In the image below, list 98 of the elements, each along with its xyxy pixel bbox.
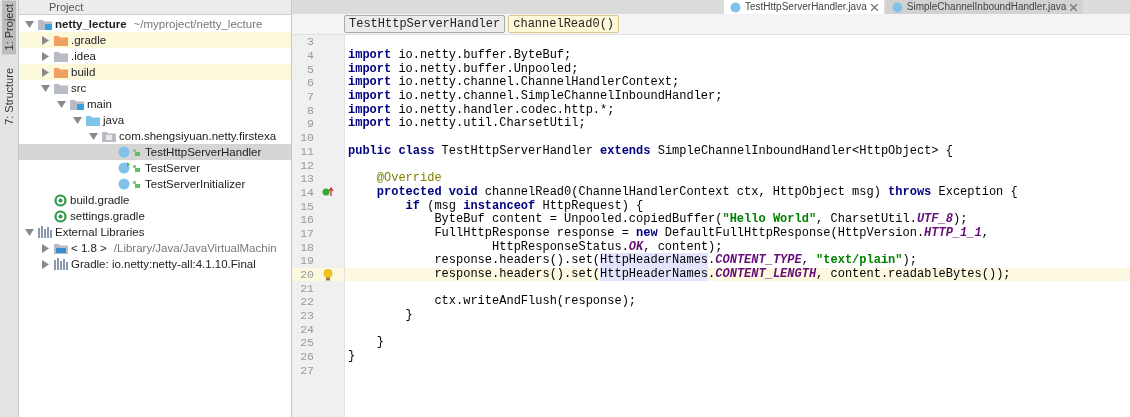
tree-item[interactable]: Gradle: io.netty:netty-all:4.1.10.Final — [19, 256, 291, 272]
breadcrumb[interactable]: TestHttpServerHandler — [344, 15, 506, 33]
expanded-arrow-icon[interactable] — [72, 115, 82, 125]
module-folder-icon — [70, 98, 84, 110]
close-icon — [870, 3, 878, 11]
collapsed-arrow-icon[interactable] — [40, 243, 50, 253]
libraries-icon — [54, 258, 68, 270]
line-number: 25 — [299, 336, 314, 350]
line-number: 21 — [299, 281, 314, 295]
expanded-arrow-icon[interactable] — [24, 19, 34, 29]
line-number: 17 — [299, 226, 314, 240]
tree-item[interactable]: TestServer — [19, 160, 291, 176]
source-folder-icon — [86, 114, 100, 126]
line-number: 22 — [299, 295, 314, 309]
code-line: import io.netty.handler.codec.http.*; — [348, 103, 615, 117]
tree-item[interactable]: build — [19, 64, 291, 80]
expanded-arrow-icon[interactable] — [40, 83, 50, 93]
tree-item[interactable]: netty_lecture ~/myproject/netty_lecture — [19, 16, 291, 32]
code-line: protected void channelRead0(ChannelHandlerContext ctx, HttpObject msg) throws Exception { — [375, 185, 1018, 199]
expanded-arrow-icon[interactable] — [24, 227, 34, 237]
code-line: import io.netty.buffer.Unpooled; — [348, 62, 579, 76]
tree-item[interactable]: java — [19, 112, 291, 128]
class-icon — [118, 146, 142, 158]
runnable-class-icon — [118, 162, 142, 174]
code-line: @Override — [375, 172, 442, 186]
line-number: 5 — [306, 62, 314, 76]
code-line: import io.netty.channel.ChannelHandlerContext; — [348, 76, 680, 90]
code-line: response.headers().set(HttpHeaderNames.CONTENT_TYPE, "text/plain"); — [433, 254, 917, 268]
line-number: 16 — [299, 213, 314, 227]
folder-icon — [54, 82, 68, 94]
class-icon — [118, 178, 142, 190]
code-line: if (msg instanceof HttpRequest) { — [404, 199, 644, 213]
code-line: ctx.writeAndFlush(response); — [433, 295, 637, 309]
gradle-icon — [54, 193, 67, 207]
folder-icon — [54, 34, 68, 46]
tree-item[interactable]: .idea — [19, 48, 291, 64]
module-folder-icon — [38, 18, 52, 30]
line-number: 27 — [299, 363, 314, 377]
tree-item[interactable]: com.shengsiyuan.netty.firstexa — [19, 128, 291, 144]
line-number: 8 — [306, 103, 314, 117]
editor-tab[interactable]: TestHttpServerHandler.java — [724, 0, 884, 14]
line-number: 6 — [306, 76, 314, 90]
code-line: } — [348, 350, 356, 364]
tree-item[interactable]: TestHttpServerHandler — [19, 144, 291, 160]
tool-window-tab[interactable]: 7: Structure — [2, 64, 16, 130]
tree-item[interactable]: < 1.8 > /Library/Java/JavaVirtualMachin — [19, 240, 291, 256]
collapsed-arrow-icon[interactable] — [40, 51, 50, 61]
line-number: 26 — [299, 350, 314, 364]
line-number: 15 — [299, 199, 314, 213]
collapsed-arrow-icon[interactable] — [40, 67, 50, 77]
class-icon — [730, 1, 741, 13]
code-line: response.headers().set(HttpHeaderNames.CONTENT_LENGTH, content.readableBytes()); — [433, 268, 1011, 282]
class-icon — [891, 1, 903, 13]
line-number: 12 — [299, 158, 314, 172]
libraries-icon — [38, 226, 52, 238]
tree-item[interactable]: TestServerInitializer — [19, 176, 291, 192]
tree-item[interactable]: build.gradle — [19, 192, 291, 208]
line-number: 9 — [306, 117, 314, 131]
line-number: 4 — [306, 49, 314, 63]
code-line: HttpResponseStatus.OK, content); — [491, 240, 723, 254]
code-line: } — [404, 309, 413, 323]
line-number: 3 — [306, 35, 314, 49]
line-number: 24 — [299, 322, 314, 336]
editor-tab[interactable]: SimpleChannelInboundHandler.java — [885, 0, 1084, 14]
line-number: 11 — [299, 144, 314, 158]
line-number: 20 — [299, 268, 314, 282]
panel-title: Project — [48, 0, 85, 14]
tree-item[interactable]: settings.gradle — [19, 208, 291, 224]
jdk-folder-icon — [54, 242, 68, 254]
tree-item[interactable]: .gradle — [19, 32, 291, 48]
line-number: 13 — [299, 172, 314, 186]
code-line: public class TestHttpServerHandler extends SimpleChannelInboundHandler<HttpObject> { — [348, 144, 953, 158]
code-line: ByteBuf content = Unpooled.copiedBuffer("Hello World", CharsetUtil.UTF_8); — [433, 213, 968, 227]
line-number: 10 — [299, 131, 314, 145]
breadcrumb[interactable]: channelRead0() — [508, 15, 620, 33]
code-line: import io.netty.util.CharsetUtil; — [348, 117, 586, 131]
line-number: 23 — [299, 309, 314, 323]
code-line: } — [375, 336, 384, 350]
tree-item[interactable]: src — [19, 80, 291, 96]
close-icon — [1070, 3, 1078, 11]
tool-window-tab[interactable]: 1: Project — [2, 0, 16, 55]
line-number: 14 — [299, 185, 314, 199]
line-number: 18 — [299, 240, 314, 254]
tree-item[interactable]: main — [19, 96, 291, 112]
expanded-arrow-icon[interactable] — [88, 131, 98, 141]
folder-icon — [54, 66, 68, 78]
gradle-icon — [54, 209, 67, 223]
code-line: FullHttpResponse response = new DefaultFullHttpResponse(HttpVersion.HTTP_1_1, — [433, 226, 989, 240]
code-line: import io.netty.buffer.ByteBuf; — [348, 49, 572, 63]
collapsed-arrow-icon[interactable] — [40, 259, 50, 269]
folder-icon — [54, 50, 68, 62]
code-line: import io.netty.channel.SimpleChannelInboundHandler; — [348, 90, 723, 104]
tree-item[interactable]: External Libraries — [19, 224, 291, 240]
collapsed-arrow-icon[interactable] — [40, 35, 50, 45]
package-icon — [102, 130, 116, 142]
expanded-arrow-icon[interactable] — [56, 99, 66, 109]
line-number: 19 — [299, 254, 314, 268]
line-number: 7 — [306, 90, 314, 104]
